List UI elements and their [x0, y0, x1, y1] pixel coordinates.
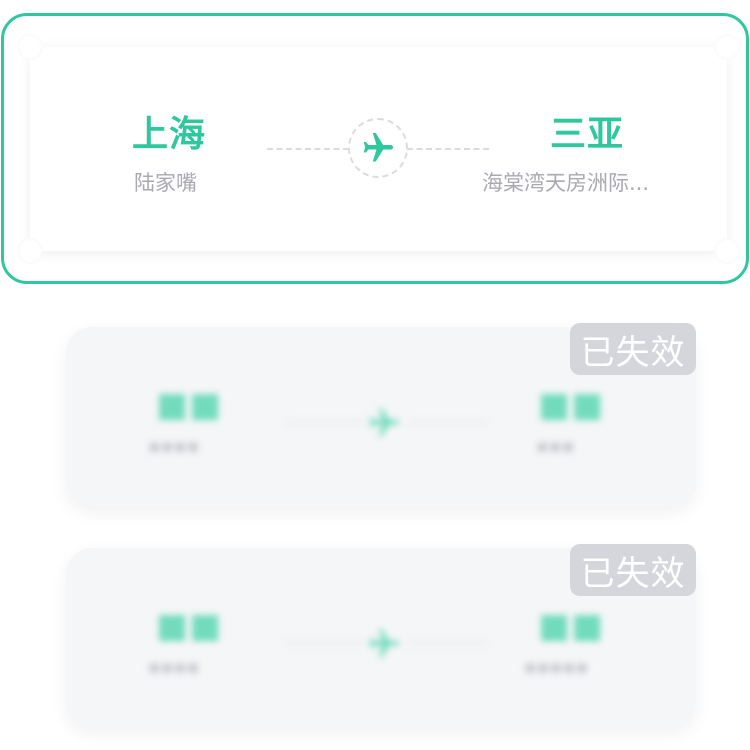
route-line-left	[267, 148, 349, 150]
route-line-left	[286, 421, 366, 423]
destination-place: 海棠湾天房洲际...	[482, 171, 650, 195]
route-line-right	[408, 642, 488, 644]
route-line-right	[408, 421, 488, 423]
ticket-notch	[17, 34, 43, 60]
destination-place: ▪▪▪▪▪	[524, 656, 589, 678]
ticket-notch	[714, 34, 740, 60]
route-direction	[348, 118, 408, 178]
destination-city: 三亚	[550, 114, 625, 155]
origin-city: ■■	[156, 385, 223, 425]
ticket-notch	[714, 238, 740, 264]
airplane-icon	[363, 133, 393, 162]
route-card-selected[interactable]: 上海 陆家嘴 三亚 海棠湾天房洲际...	[1, 13, 749, 284]
origin-place: ▪▪▪▪	[148, 435, 200, 457]
origin-city: 上海	[132, 114, 207, 155]
route-card-expired[interactable]: ■■ ▪▪▪▪ ■■ ▪▪▪ 已失效	[66, 323, 696, 507]
expired-badge: 已失效	[570, 544, 696, 596]
origin-place: 陆家嘴	[134, 171, 197, 195]
destination-place: ▪▪▪	[536, 435, 575, 457]
ticket-notch	[17, 238, 43, 264]
airplane-icon	[369, 408, 399, 437]
origin-place: ▪▪▪▪	[148, 656, 200, 678]
origin-city: ■■	[156, 606, 223, 646]
airplane-icon	[369, 629, 399, 658]
destination-city: ■■	[538, 606, 605, 646]
destination-city: ■■	[538, 385, 605, 425]
expired-badge: 已失效	[570, 323, 696, 375]
route-line-right	[407, 148, 489, 150]
route-ticket: 上海 陆家嘴 三亚 海棠湾天房洲际...	[17, 34, 740, 264]
route-card-expired[interactable]: ■■ ▪▪▪▪ ■■ ▪▪▪▪▪ 已失效	[66, 544, 696, 728]
route-line-left	[286, 642, 366, 644]
